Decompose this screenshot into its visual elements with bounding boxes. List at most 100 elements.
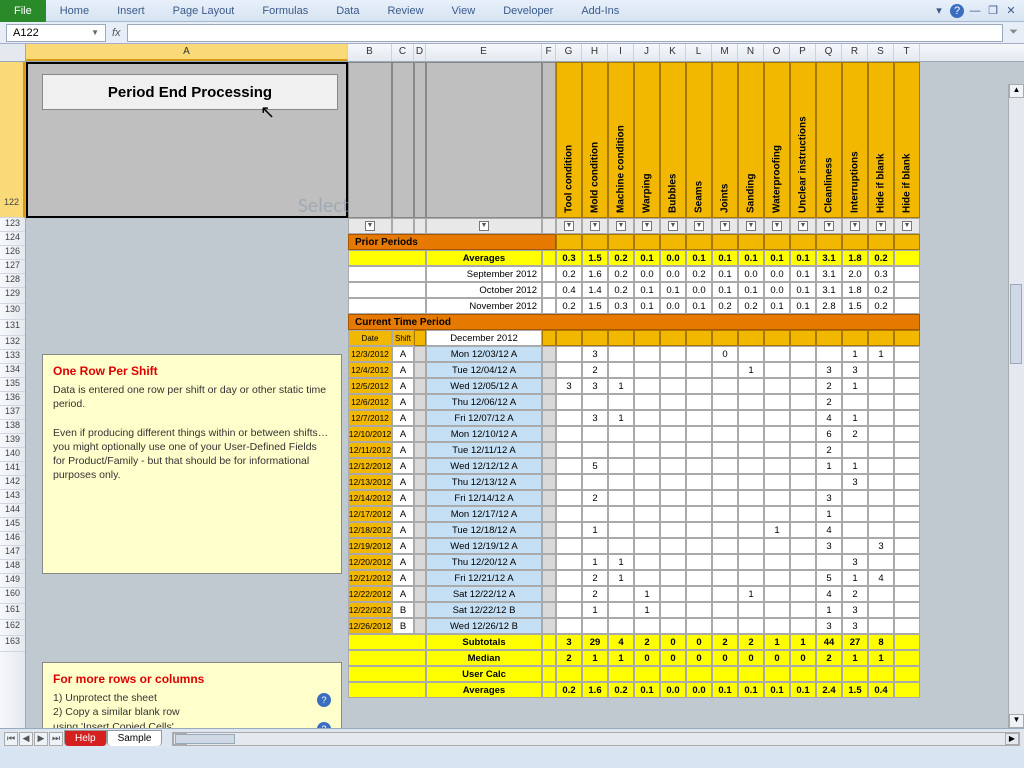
data-value[interactable] (868, 378, 894, 394)
section-cell[interactable] (556, 234, 582, 250)
day-label[interactable]: Wed 12/26/12 B (426, 618, 542, 634)
spacer[interactable] (542, 266, 556, 282)
data-value[interactable]: 3 (816, 490, 842, 506)
averages2-value[interactable]: 0.2 (608, 682, 634, 698)
prior-value[interactable]: 0.1 (764, 298, 790, 314)
data-value[interactable]: 1 (634, 602, 660, 618)
data-value[interactable] (556, 394, 582, 410)
usercalc-value[interactable] (842, 666, 868, 682)
spacer[interactable] (542, 378, 556, 394)
category-header[interactable]: Waterproofing (764, 62, 790, 218)
category-header[interactable]: Hide if blank (868, 62, 894, 218)
file-tab[interactable]: File (0, 0, 46, 22)
spacer[interactable] (542, 570, 556, 586)
data-value[interactable] (764, 570, 790, 586)
row-146[interactable]: 146 (0, 532, 25, 546)
data-value[interactable] (712, 426, 738, 442)
day-label[interactable]: Mon 12/17/12 A (426, 506, 542, 522)
prior-value[interactable]: 0.0 (660, 266, 686, 282)
subtotals-value[interactable]: 1 (764, 634, 790, 650)
usercalc-value[interactable] (764, 666, 790, 682)
spacer[interactable] (542, 522, 556, 538)
data-value[interactable] (842, 490, 868, 506)
data-value[interactable]: 0 (712, 346, 738, 362)
spacer[interactable] (542, 506, 556, 522)
prior-value[interactable]: 2.8 (816, 298, 842, 314)
usercalc-value[interactable] (582, 666, 608, 682)
data-value[interactable] (712, 490, 738, 506)
date-cell[interactable]: 12/12/2012 (348, 458, 392, 474)
spacer[interactable] (348, 266, 426, 282)
spacer[interactable] (542, 554, 556, 570)
data-value[interactable]: 3 (842, 362, 868, 378)
col-g[interactable]: G (556, 44, 582, 61)
data-value[interactable] (582, 426, 608, 442)
shift-cell[interactable]: A (392, 426, 414, 442)
median-value[interactable]: 0 (738, 650, 764, 666)
data-value[interactable] (686, 474, 712, 490)
data-value[interactable] (712, 602, 738, 618)
filter-cell[interactable]: ▼ (686, 218, 712, 234)
data-value[interactable] (842, 506, 868, 522)
data-value[interactable] (660, 426, 686, 442)
data-value[interactable] (894, 458, 920, 474)
avg-value[interactable]: 1.8 (842, 250, 868, 266)
data-value[interactable]: 4 (816, 586, 842, 602)
prior-value[interactable]: 1.4 (582, 282, 608, 298)
data-value[interactable] (790, 490, 816, 506)
data-value[interactable] (764, 586, 790, 602)
median-value[interactable]: 2 (816, 650, 842, 666)
prior-value[interactable]: 0.0 (634, 266, 660, 282)
avg-value[interactable] (894, 250, 920, 266)
data-value[interactable] (634, 538, 660, 554)
shift-cell[interactable]: A (392, 362, 414, 378)
tab-page-layout[interactable]: Page Layout (159, 2, 249, 20)
data-value[interactable] (894, 570, 920, 586)
spacer[interactable] (842, 330, 868, 346)
filter-cell[interactable]: ▼ (608, 218, 634, 234)
section-cell[interactable] (660, 234, 686, 250)
averages2-value[interactable]: 2.4 (816, 682, 842, 698)
filter-dropdown-icon[interactable]: ▼ (798, 221, 808, 231)
day-label[interactable]: Tue 12/18/12 A (426, 522, 542, 538)
data-value[interactable] (660, 618, 686, 634)
spacer[interactable] (414, 602, 426, 618)
data-value[interactable] (790, 410, 816, 426)
row-127[interactable]: 127 (0, 260, 25, 274)
data-value[interactable] (868, 442, 894, 458)
avg-value[interactable]: 1.5 (582, 250, 608, 266)
category-header[interactable]: Tool condition (556, 62, 582, 218)
spacer[interactable] (348, 282, 426, 298)
data-value[interactable] (634, 410, 660, 426)
data-value[interactable] (764, 426, 790, 442)
prior-value[interactable]: 0.3 (608, 298, 634, 314)
data-value[interactable] (556, 586, 582, 602)
data-value[interactable] (764, 394, 790, 410)
prior-value[interactable]: 1.6 (582, 266, 608, 282)
day-label[interactable]: Fri 12/14/12 A (426, 490, 542, 506)
data-value[interactable]: 1 (816, 506, 842, 522)
data-value[interactable]: 3 (556, 378, 582, 394)
usercalc-label[interactable]: User Calc (426, 666, 542, 682)
filter-dropdown-icon[interactable]: ▼ (642, 221, 652, 231)
row-138[interactable]: 138 (0, 420, 25, 434)
data-value[interactable] (582, 618, 608, 634)
prior-value[interactable]: 0.1 (634, 282, 660, 298)
prior-value[interactable]: 3.1 (816, 266, 842, 282)
data-value[interactable] (686, 410, 712, 426)
data-value[interactable]: 2 (842, 586, 868, 602)
spacer[interactable] (790, 330, 816, 346)
subtotals-value[interactable]: 1 (790, 634, 816, 650)
prior-value[interactable]: 1.5 (582, 298, 608, 314)
prior-value[interactable]: 0.1 (712, 282, 738, 298)
spacer[interactable] (868, 330, 894, 346)
filter-dropdown-icon[interactable]: ▼ (720, 221, 730, 231)
median-value[interactable]: 1 (582, 650, 608, 666)
tab-developer[interactable]: Developer (489, 2, 567, 20)
category-header[interactable]: Cleanliness (816, 62, 842, 218)
data-value[interactable] (764, 378, 790, 394)
data-value[interactable] (556, 474, 582, 490)
spacer[interactable] (582, 330, 608, 346)
row-144[interactable]: 144 (0, 504, 25, 518)
spacer[interactable] (348, 250, 426, 266)
